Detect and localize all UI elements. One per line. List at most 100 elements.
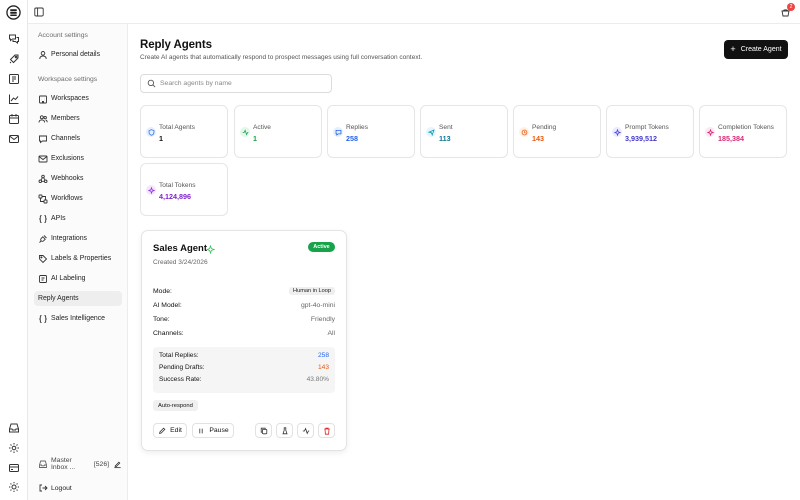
sidebar-item-members[interactable]: Members: [34, 111, 122, 126]
mode-label: Mode:: [153, 287, 172, 295]
pencil-icon: [158, 427, 166, 435]
stat-card-prompt-tokens: Prompt Tokens 3,939,512: [606, 105, 694, 158]
stat-value: 1: [159, 134, 163, 143]
sidebar-item-exclusions[interactable]: Exclusions: [34, 151, 122, 166]
status-badge: Active: [308, 242, 335, 252]
agent-card[interactable]: Sales Agent Created 3/24/2026 Active Mod…: [141, 230, 347, 451]
stat-value: 258: [346, 134, 358, 143]
pending-drafts-row: Pending Drafts: 143: [159, 364, 329, 374]
sparkle-icon: [612, 127, 622, 137]
send-icon: [426, 127, 436, 137]
duplicate-button[interactable]: [255, 423, 272, 438]
brand-logo-icon[interactable]: [6, 5, 21, 20]
notification-badge: 2: [787, 3, 795, 11]
sidebar-item-labels-properties[interactable]: Labels & Properties: [34, 251, 122, 266]
settings-gear-icon[interactable]: [8, 442, 20, 454]
stat-value: 143: [532, 134, 544, 143]
edit-label: Edit: [170, 427, 182, 434]
mail-x-icon: [38, 154, 48, 164]
calendar-list-icon[interactable]: [8, 73, 20, 85]
pause-label: Pause: [209, 427, 229, 434]
agent-tone-row: Tone: Friendly: [153, 314, 335, 324]
sidebar-item-personal-details[interactable]: Personal details: [34, 47, 122, 62]
model-value: gpt-4o-mini: [301, 301, 335, 309]
stat-card-replies: Replies 258: [327, 105, 415, 158]
flask-icon: [281, 426, 289, 435]
sidebar-item-ai-labeling[interactable]: AI Labeling: [34, 271, 122, 286]
sidebar-item-label: Channels: [51, 135, 81, 142]
logout-button[interactable]: Logout: [34, 481, 122, 495]
page-subtitle: Create AI agents that automatically resp…: [140, 54, 423, 61]
billing-icon[interactable]: [8, 462, 20, 474]
pause-button[interactable]: Pause: [192, 423, 234, 438]
shield-icon: [146, 127, 156, 137]
mail-icon[interactable]: [8, 133, 20, 145]
stat-value: 1: [253, 134, 257, 143]
delete-button[interactable]: [318, 423, 335, 438]
sidebar-item-workspaces[interactable]: Workspaces: [34, 91, 122, 106]
model-label: AI Model:: [153, 301, 182, 309]
search-agents-field[interactable]: Search agents by name: [140, 74, 332, 93]
sidebar-item-label: Workspaces: [51, 95, 89, 102]
sidebar-item-sales-intelligence[interactable]: Sales Intelligence: [34, 311, 122, 326]
success-rate-label: Success Rate:: [159, 376, 202, 383]
stat-label: Prompt Tokens: [625, 124, 669, 131]
logout-icon: [38, 483, 48, 493]
main-content: Reply Agents Create AI agents that autom…: [128, 24, 800, 500]
total-replies-label: Total Replies:: [159, 352, 199, 359]
create-agent-button[interactable]: + Create Agent: [724, 40, 788, 59]
calendar-icon[interactable]: [8, 113, 20, 125]
agent-model-row: AI Model: gpt-4o-mini: [153, 300, 335, 310]
tone-value: Friendly: [310, 315, 335, 323]
settings-sidebar: Account settings Personal details Worksp…: [28, 24, 128, 500]
stat-value: 3,939,512: [625, 134, 657, 143]
sidebar-toggle-icon[interactable]: [34, 7, 44, 17]
channels-label: Channels:: [153, 329, 184, 337]
pending-drafts-value: 143: [317, 364, 329, 371]
tag-icon: [38, 254, 48, 264]
tone-label: Tone:: [153, 315, 170, 323]
stat-label: Pending: [532, 124, 557, 131]
agent-mode-row: Mode: Human in Loop: [153, 286, 335, 296]
sidebar-item-integrations[interactable]: Integrations: [34, 231, 122, 246]
stat-label: Completion Tokens: [718, 124, 774, 131]
message-icon: [333, 127, 343, 137]
ai-tag-icon: [38, 274, 48, 284]
stat-label: Total Agents: [159, 124, 195, 131]
analytics-icon[interactable]: [8, 93, 20, 105]
logout-label: Logout: [51, 484, 72, 492]
success-rate-row: Success Rate: 43.80%: [159, 376, 329, 386]
inbox-icon[interactable]: [8, 422, 20, 434]
total-replies-row: Total Replies: 258: [159, 352, 329, 362]
sidebar-item-reply-agents[interactable]: Reply Agents: [34, 291, 122, 306]
app-root: 2 Account settings Personal details Work…: [0, 0, 800, 500]
conversations-icon[interactable]: [8, 33, 20, 45]
icon-rail: [0, 0, 28, 500]
theme-sun-icon[interactable]: [8, 481, 20, 493]
agent-channels-row: Channels: All: [153, 328, 335, 338]
rocket-icon[interactable]: [8, 53, 20, 65]
inbox-switcher[interactable]: Master Inbox ... [526]: [34, 457, 122, 471]
sidebar-item-label: Integrations: [51, 235, 88, 242]
edit-button[interactable]: Edit: [153, 423, 187, 438]
webhook-icon: [38, 174, 48, 184]
sidebar-item-webhooks[interactable]: Webhooks: [34, 171, 122, 186]
sidebar-item-channels[interactable]: Channels: [34, 131, 122, 146]
stat-card-active: Active 1: [234, 105, 322, 158]
trash-icon: [323, 427, 331, 435]
sidebar-item-label: Webhooks: [51, 175, 84, 182]
activity-button[interactable]: [297, 423, 314, 438]
inbox-icon: [38, 459, 48, 469]
sidebar-item-apis[interactable]: APIs: [34, 211, 122, 226]
sidebar-item-label: Members: [51, 115, 80, 122]
braces-icon: [38, 314, 48, 324]
inbox-name: Master Inbox ...: [51, 457, 76, 471]
test-agent-button[interactable]: [276, 423, 293, 438]
plus-icon: +: [730, 44, 736, 54]
stat-value: 185,384: [718, 134, 744, 143]
sidebar-item-workflows[interactable]: Workflows: [34, 191, 122, 206]
sidebar-item-label: AI Labeling: [51, 275, 86, 282]
activity-icon: [240, 127, 250, 137]
edit-inbox-icon[interactable]: [113, 460, 122, 469]
stat-card-completion-tokens: Completion Tokens 185,384: [699, 105, 787, 158]
